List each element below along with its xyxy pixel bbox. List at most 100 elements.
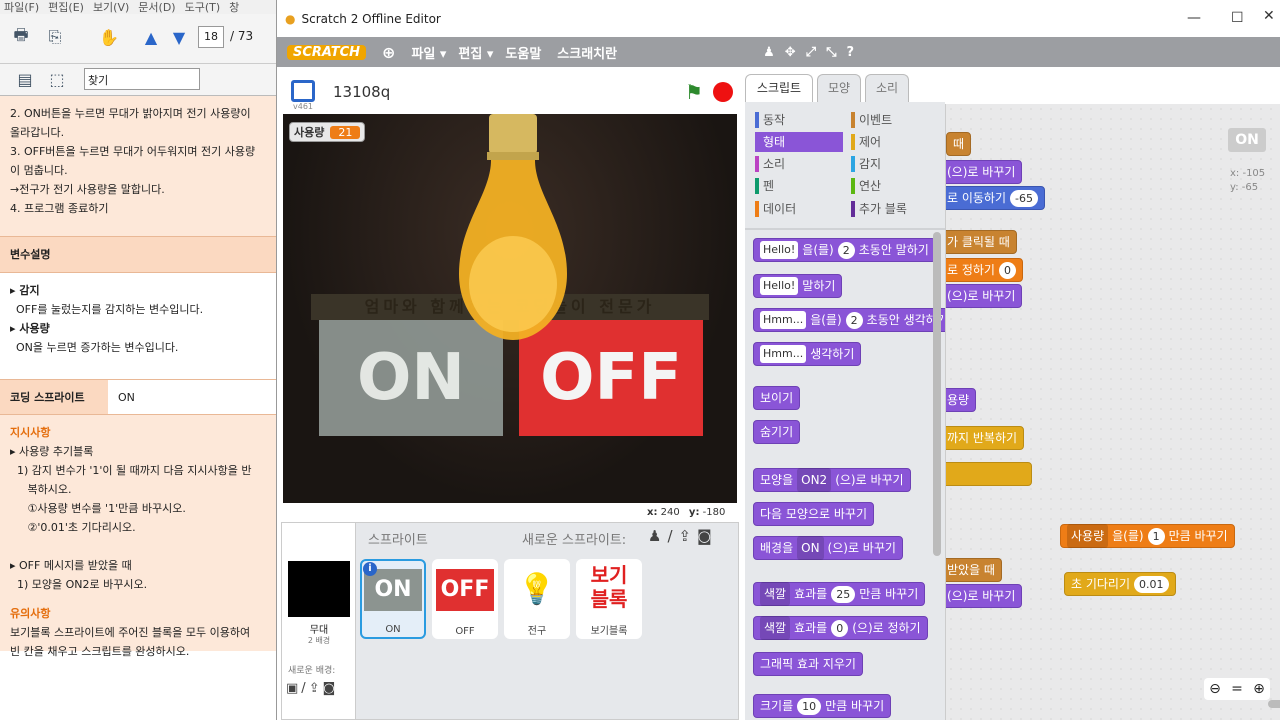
- category-2[interactable]: 소리: [755, 154, 843, 174]
- menu-edit[interactable]: 편집 ▾: [458, 43, 493, 62]
- sprite-camera-icon[interactable]: ◙: [697, 527, 712, 545]
- block-dropdown[interactable]: 색깔: [760, 616, 791, 640]
- variable-monitor[interactable]: 사용량 21: [289, 122, 366, 142]
- sprite-thumb-off[interactable]: OFF OFF: [432, 559, 498, 639]
- category-6[interactable]: 제어: [851, 132, 939, 152]
- script-block[interactable]: (으)로 바꾸기: [946, 584, 1023, 608]
- block-number-input[interactable]: -65: [1010, 189, 1038, 207]
- print-icon[interactable]: 🖶: [10, 25, 32, 48]
- backdrop-paint-icon[interactable]: /: [301, 681, 305, 696]
- zoom-in-icon[interactable]: ⊕: [1253, 681, 1265, 697]
- block-number-input[interactable]: 25: [831, 585, 856, 603]
- palette-block[interactable]: 숨기기: [753, 420, 801, 444]
- block-text-input[interactable]: Hmm...: [760, 311, 807, 329]
- category-9[interactable]: 추가 블록: [851, 199, 939, 219]
- tab-sounds[interactable]: 소리: [865, 74, 909, 102]
- backdrop-camera-icon[interactable]: ◙: [323, 681, 336, 696]
- grow-icon[interactable]: ⤢: [806, 45, 816, 60]
- pdf-menu-document[interactable]: 문서(D): [138, 0, 175, 14]
- block-number-input[interactable]: 1: [1147, 527, 1165, 545]
- backdrop-library-icon[interactable]: ▣: [286, 681, 298, 696]
- sprite-library-icon[interactable]: ♟: [648, 527, 661, 545]
- block-dropdown[interactable]: 사용량: [1067, 524, 1109, 548]
- fullscreen-icon[interactable]: [291, 80, 315, 102]
- palette-block[interactable]: Hello! 말하기: [753, 274, 843, 298]
- tab-costumes[interactable]: 모양: [817, 74, 861, 102]
- script-block[interactable]: 가 클릭될 때: [946, 230, 1017, 254]
- sprite-thumb-viewblocks[interactable]: 보기 블록 보기블록: [576, 559, 642, 639]
- pdf-menu-view[interactable]: 보기(V): [93, 0, 129, 14]
- script-block[interactable]: 로 이동하기 -65: [946, 186, 1045, 210]
- sprite-thumb-bulb[interactable]: 💡 전구: [504, 559, 570, 639]
- menu-file[interactable]: 파일 ▾: [411, 43, 446, 62]
- menu-about[interactable]: 스크래치란: [557, 43, 617, 62]
- menu-help[interactable]: 도움말: [505, 43, 541, 62]
- block-text-input[interactable]: Hello!: [760, 277, 799, 295]
- stage[interactable]: 엄마와 함께하는 코딩놀이 전문가 사용량 21 ON OFF: [283, 114, 737, 503]
- block-text-input[interactable]: Hmm...: [760, 345, 807, 363]
- page-up-icon[interactable]: ▲: [140, 26, 162, 48]
- block-number-input[interactable]: 0.01: [1134, 575, 1169, 593]
- category-4[interactable]: 데이터: [755, 199, 843, 219]
- script-hscrollbar[interactable]: [1268, 700, 1280, 708]
- block-number-input[interactable]: 10: [797, 697, 822, 715]
- zoom-out-icon[interactable]: ⊖: [1209, 681, 1221, 697]
- palette-scrollbar[interactable]: [933, 232, 941, 556]
- script-block[interactable]: 때: [946, 132, 972, 156]
- palette-block[interactable]: 보이기: [753, 386, 801, 410]
- palette-block[interactable]: Hello! 을(를) 2 초동안 말하기: [753, 238, 936, 262]
- stop-icon[interactable]: [713, 82, 733, 102]
- script-block[interactable]: 용량: [946, 388, 977, 412]
- block-number-input[interactable]: 0: [831, 619, 849, 637]
- shrink-icon[interactable]: ⤡: [826, 45, 836, 60]
- script-block[interactable]: 로 정하기 0: [946, 258, 1023, 282]
- minimize-icon[interactable]: —: [1187, 10, 1201, 26]
- globe-icon[interactable]: ⊕: [382, 43, 395, 62]
- block-dropdown[interactable]: 색깔: [760, 582, 791, 606]
- find-input[interactable]: 찾기: [84, 68, 200, 90]
- category-3[interactable]: 펜: [755, 176, 843, 196]
- block-text-input[interactable]: Hello!: [760, 241, 799, 259]
- fit-width-icon[interactable]: ▤: [14, 68, 36, 90]
- cut-icon[interactable]: ✥: [785, 45, 796, 60]
- script-area[interactable]: ON x: -105 y: -65 때 (으)로 바꾸기 로 이동하기 -65 가 클릭…: [945, 104, 1280, 720]
- pdf-menu-edit[interactable]: 편집(E): [48, 0, 84, 14]
- green-flag-icon[interactable]: ⚑: [685, 80, 703, 104]
- block-dropdown[interactable]: ON: [797, 536, 824, 560]
- palette-block[interactable]: 색깔 효과를 25 만큼 바꾸기: [753, 582, 926, 606]
- pdf-menu-tools[interactable]: 도구(T): [185, 0, 221, 14]
- stage-thumb[interactable]: [288, 561, 350, 617]
- backdrop-upload-icon[interactable]: ⇪: [309, 681, 320, 696]
- category-8[interactable]: 연산: [851, 176, 939, 196]
- project-name[interactable]: 13108q: [333, 83, 390, 101]
- script-block[interactable]: (으)로 바꾸기: [946, 284, 1023, 308]
- palette-block[interactable]: 모양을 ON2 (으)로 바꾸기: [753, 468, 911, 492]
- sprite-upload-icon[interactable]: ⇪: [679, 527, 692, 545]
- pdf-menu-file[interactable]: 파일(F): [4, 0, 39, 14]
- category-1[interactable]: 형태: [755, 132, 843, 152]
- palette-block[interactable]: 배경을 ON (으)로 바꾸기: [753, 536, 903, 560]
- script-block[interactable]: 받았을 때: [946, 558, 1002, 582]
- fit-page-icon[interactable]: ⬚: [46, 68, 68, 90]
- category-5[interactable]: 이벤트: [851, 110, 939, 130]
- palette-block[interactable]: 색깔 효과를 0 (으)로 정하기: [753, 616, 928, 640]
- maximize-icon[interactable]: ☐: [1231, 10, 1244, 26]
- page-down-icon[interactable]: ▼: [168, 26, 190, 48]
- zoom-reset-icon[interactable]: =: [1231, 681, 1243, 697]
- block-number-input[interactable]: 0: [998, 261, 1016, 279]
- close-icon[interactable]: ✕: [1263, 8, 1275, 24]
- palette-block[interactable]: 크기를 10 만큼 바꾸기: [753, 694, 892, 718]
- share-icon[interactable]: ⎘: [44, 26, 66, 48]
- script-block[interactable]: 까지 반복하기: [946, 426, 1025, 450]
- category-0[interactable]: 동작: [755, 110, 843, 130]
- page-number-input[interactable]: 18: [198, 26, 224, 48]
- scratch-logo[interactable]: SCRATCH: [287, 44, 367, 60]
- block-dropdown[interactable]: ON2: [797, 468, 832, 492]
- palette-block[interactable]: Hmm... 을(를) 2 초동안 생각하기: [753, 308, 955, 332]
- pdf-menu-window[interactable]: 창: [229, 0, 239, 14]
- sprite-thumb-on[interactable]: i ON ON: [360, 559, 426, 639]
- palette-block[interactable]: 다음 모양으로 바꾸기: [753, 502, 874, 526]
- lightbulb-sprite[interactable]: [443, 114, 583, 344]
- palette-block[interactable]: 그래픽 효과 지우기: [753, 652, 863, 676]
- block-number-input[interactable]: 2: [837, 241, 855, 259]
